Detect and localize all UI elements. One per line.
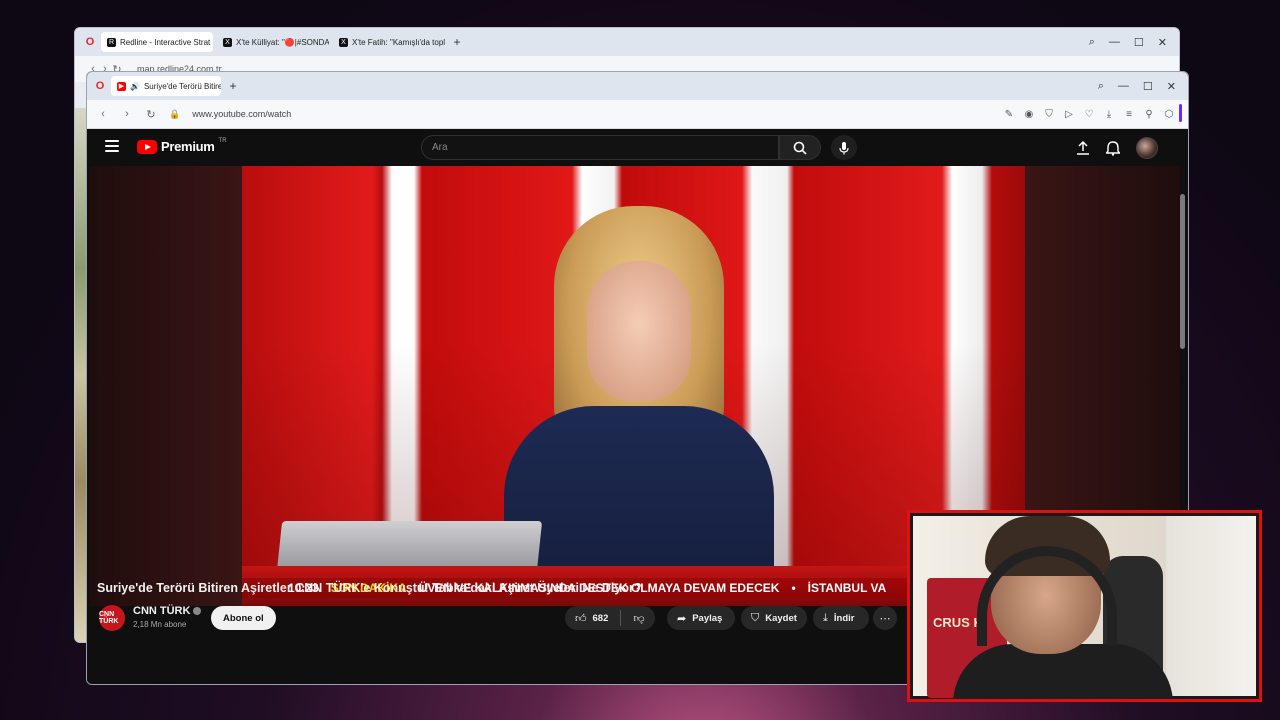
upload-icon[interactable] bbox=[1076, 141, 1090, 155]
tab-youtube[interactable]: ▶ 🔊 Suriye'de Terörü Bitire bbox=[111, 76, 221, 96]
tab-label: Redline - Interactive Strat bbox=[120, 37, 211, 47]
search-button[interactable] bbox=[779, 135, 821, 160]
youtube-premium-logo[interactable]: Premium TR bbox=[137, 137, 227, 154]
back-tab-bar: O R Redline - Interactive Strat X X'te K… bbox=[75, 28, 1179, 56]
search-placeholder: Ara bbox=[432, 142, 448, 153]
x-favicon-icon: X bbox=[223, 37, 232, 47]
download-icon[interactable]: ⤓ bbox=[1104, 109, 1114, 120]
streamer-body bbox=[953, 644, 1173, 699]
avatar[interactable] bbox=[1136, 137, 1158, 159]
channel-name[interactable]: CNN TÜRK bbox=[133, 605, 202, 617]
webcam-overlay: CRUS KI bbox=[907, 510, 1262, 702]
save-button[interactable]: ⛉ Kaydet bbox=[741, 606, 807, 630]
divider bbox=[620, 610, 622, 626]
opera-sidebar-indicator bbox=[1179, 104, 1182, 122]
webcam-feed: CRUS KI bbox=[913, 516, 1256, 699]
edit-icon[interactable]: ✎ bbox=[1004, 109, 1014, 120]
notifications-bell-icon[interactable] bbox=[1106, 140, 1120, 156]
subscriber-count: 2,18 Mn abone bbox=[133, 620, 187, 629]
youtube-play-icon bbox=[137, 139, 157, 154]
youtube-masthead: Premium TR Ara bbox=[87, 129, 1188, 166]
new-tab-icon[interactable]: + bbox=[225, 79, 241, 93]
search-tabs-icon[interactable]: ⌕ bbox=[1089, 36, 1095, 49]
more-actions-button[interactable]: ⋯ bbox=[873, 606, 897, 630]
play-icon[interactable]: ▷ bbox=[1064, 109, 1074, 120]
like-count[interactable]: 682 bbox=[593, 613, 609, 624]
like-dislike-group: 👍︎ 682 👎︎ bbox=[565, 606, 655, 630]
download-icon: ⤓ bbox=[823, 611, 828, 624]
subscribe-button[interactable]: Abone ol bbox=[211, 606, 276, 630]
heart-icon[interactable]: ♡ bbox=[1084, 109, 1094, 120]
x-favicon-icon: X bbox=[339, 37, 348, 47]
voice-search-button[interactable] bbox=[831, 135, 857, 160]
microphone-icon bbox=[839, 141, 849, 154]
search-input[interactable]: Ara bbox=[421, 135, 779, 160]
extension-icon[interactable]: ⬡ bbox=[1164, 109, 1174, 120]
forward-icon[interactable]: › bbox=[121, 108, 133, 120]
url-text[interactable]: www.youtube.com/watch bbox=[192, 109, 291, 119]
masthead-right bbox=[1076, 137, 1158, 159]
thumbs-up-icon[interactable]: 👍︎ bbox=[575, 612, 587, 625]
lock-icon[interactable]: 🔒 bbox=[169, 109, 180, 120]
letterbox-left bbox=[89, 166, 242, 606]
search-icon bbox=[793, 141, 807, 155]
thumbs-down-icon[interactable]: 👎︎ bbox=[633, 612, 644, 625]
country-code: TR bbox=[218, 137, 227, 144]
tab-label: X'te Külliyat: "🔴|#SONDA bbox=[236, 37, 329, 47]
channel-avatar[interactable]: CNN TÜRK bbox=[99, 605, 125, 631]
opera-logo-icon[interactable]: O bbox=[83, 36, 97, 48]
front-address-bar[interactable]: ‹ › ↻ 🔒 www.youtube.com/watch ✎ ◉ ⛉ ▷ ♡ … bbox=[87, 100, 1188, 129]
ticker-text-2: İSTANBUL VA bbox=[807, 581, 887, 595]
minimize-icon[interactable]: — bbox=[1118, 80, 1129, 93]
maximize-icon[interactable]: ☐ bbox=[1143, 80, 1153, 93]
download-label: İndir bbox=[833, 612, 855, 624]
new-tab-icon[interactable]: + bbox=[449, 35, 465, 49]
window-controls: ⌕ — ☐ ✕ bbox=[1089, 36, 1179, 49]
verified-badge-icon bbox=[193, 607, 202, 616]
ticker-separator: • bbox=[791, 581, 796, 595]
channel-name-text: CNN TÜRK bbox=[133, 605, 191, 617]
more-horizontal-icon: ⋯ bbox=[879, 612, 891, 625]
tab-label: X'te Fatih: "Kamışlı'da topl bbox=[352, 37, 445, 47]
reload-icon[interactable]: ↻ bbox=[145, 108, 157, 121]
window-controls: ⌕ — ☐ ✕ bbox=[1098, 80, 1188, 93]
tab-x-fatih[interactable]: X X'te Fatih: "Kamışlı'da topl bbox=[333, 32, 445, 52]
shield-icon[interactable]: ⛉ bbox=[1044, 109, 1054, 120]
minimize-icon[interactable]: — bbox=[1109, 36, 1120, 49]
share-icon: ➦ bbox=[677, 612, 687, 625]
youtube-favicon-icon: ▶ bbox=[117, 81, 126, 91]
close-icon[interactable]: ✕ bbox=[1158, 36, 1167, 49]
brand-label: Premium bbox=[161, 139, 215, 154]
back-icon[interactable]: ‹ bbox=[97, 108, 109, 120]
menu-icon[interactable]: ≡ bbox=[1124, 109, 1134, 120]
share-label: Paylaş bbox=[692, 612, 723, 624]
hamburger-menu-icon[interactable] bbox=[105, 140, 119, 152]
download-button[interactable]: ⤓ İndir bbox=[813, 606, 869, 630]
tab-redline[interactable]: R Redline - Interactive Strat bbox=[101, 32, 213, 52]
speaker-icon[interactable]: 🔊 bbox=[130, 82, 140, 91]
tab-x-kulliyat[interactable]: X X'te Külliyat: "🔴|#SONDA bbox=[217, 32, 329, 52]
address-bar-icons: ✎ ◉ ⛉ ▷ ♡ ⤓ ≡ ⚲ ⬡ bbox=[1004, 109, 1188, 120]
page-scrollbar[interactable] bbox=[1180, 194, 1185, 349]
profile-icon[interactable]: ⚲ bbox=[1144, 109, 1154, 120]
close-icon[interactable]: ✕ bbox=[1167, 80, 1176, 93]
bookmark-icon: ⛉ bbox=[751, 611, 760, 624]
opera-logo-icon[interactable]: O bbox=[93, 80, 107, 92]
save-label: Kaydet bbox=[765, 612, 797, 624]
front-tab-bar: O ▶ 🔊 Suriye'de Terörü Bitire + ⌕ — ☐ ✕ bbox=[87, 72, 1188, 100]
share-button[interactable]: ➦ Paylaş bbox=[667, 606, 735, 630]
search-tabs-icon[interactable]: ⌕ bbox=[1098, 80, 1104, 93]
video-title: Suriye'de Terörü Bitiren Aşiretler CNN T… bbox=[97, 581, 642, 595]
camera-icon[interactable]: ◉ bbox=[1024, 109, 1034, 120]
tab-label: Suriye'de Terörü Bitire bbox=[143, 81, 221, 91]
maximize-icon[interactable]: ☐ bbox=[1134, 36, 1144, 49]
redline-favicon-icon: R bbox=[107, 37, 116, 47]
